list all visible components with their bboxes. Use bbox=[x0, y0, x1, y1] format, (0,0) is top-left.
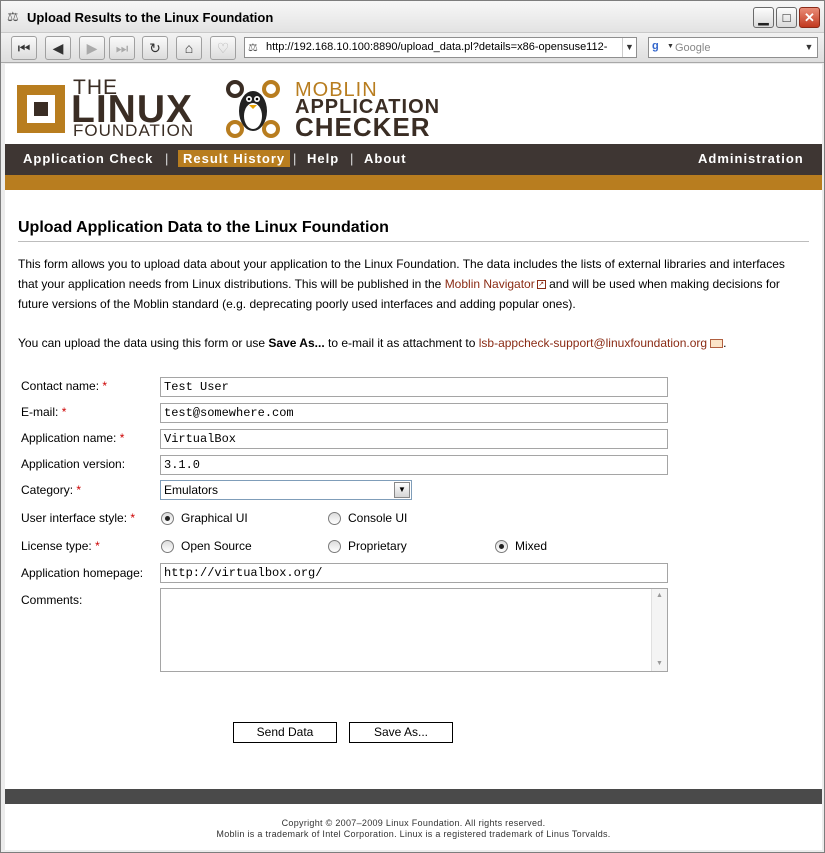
nav-separator: | bbox=[293, 151, 297, 166]
nav-separator: | bbox=[165, 151, 169, 166]
last-page-icon[interactable]: ⏭ bbox=[109, 36, 135, 60]
nav-result-history[interactable]: Result History bbox=[178, 150, 291, 167]
site-header: THE LINUX FOUNDATION MOBLIN APPLICATION … bbox=[5, 64, 822, 144]
page-title: Upload Application Data to the Linux Fou… bbox=[18, 219, 389, 236]
save-as-button[interactable]: Save As... bbox=[349, 722, 453, 743]
url-dropdown-icon[interactable]: ▼ bbox=[622, 38, 636, 57]
nav-help[interactable]: Help bbox=[307, 151, 339, 166]
nav-separator: | bbox=[350, 151, 354, 166]
site-icon: ⚖ bbox=[248, 42, 258, 54]
maximize-button[interactable]: □ bbox=[776, 7, 797, 28]
ui-style-label: User interface style: * bbox=[21, 511, 136, 525]
radio-open-source[interactable] bbox=[161, 540, 174, 553]
window-title: Upload Results to the Linux Foundation bbox=[27, 10, 274, 25]
mail-icon bbox=[710, 339, 724, 349]
footer-bar bbox=[5, 789, 822, 804]
homepage-input[interactable]: http://virtualbox.org/ bbox=[160, 563, 668, 583]
contact-name-label: Contact name: * bbox=[21, 379, 108, 393]
search-placeholder[interactable]: Google bbox=[675, 42, 710, 54]
support-email-link[interactable]: lsb-appcheck-support@linuxfoundation.org bbox=[479, 336, 707, 350]
comments-label: Comments: bbox=[21, 593, 83, 607]
moblin-navigator-link[interactable]: Moblin Navigator bbox=[445, 277, 535, 291]
radio-graphical-ui-label[interactable]: Graphical UI bbox=[181, 511, 248, 525]
contact-name-input[interactable]: Test User bbox=[160, 377, 668, 397]
checker-title: CHECKER bbox=[295, 112, 431, 142]
comments-scrollbar[interactable]: ▲ ▼ bbox=[651, 589, 667, 671]
nav-application-check[interactable]: Application Check bbox=[23, 151, 153, 166]
url-text[interactable]: http://192.168.10.100:8890/upload_data.p… bbox=[266, 41, 621, 53]
trademark-text: Moblin is a trademark of Intel Corporati… bbox=[216, 829, 611, 839]
email-label: E-mail: * bbox=[21, 405, 67, 419]
radio-console-ui[interactable] bbox=[328, 512, 341, 525]
title-bar: ⚖ Upload Results to the Linux Foundation… bbox=[1, 1, 824, 33]
required-mark: * bbox=[102, 379, 108, 393]
logo-foundation: FOUNDATION bbox=[73, 121, 195, 140]
required-mark: * bbox=[76, 483, 82, 497]
penguin-logo-icon bbox=[226, 80, 280, 138]
scroll-down-icon[interactable]: ▼ bbox=[652, 657, 667, 671]
search-bar[interactable]: g ▼ Google ▼ bbox=[648, 37, 818, 58]
send-data-button[interactable]: Send Data bbox=[233, 722, 337, 743]
radio-mixed[interactable] bbox=[495, 540, 508, 553]
required-mark: * bbox=[95, 539, 100, 553]
title-divider bbox=[18, 241, 809, 242]
minimize-button[interactable]: ▁ bbox=[753, 7, 774, 28]
required-mark: * bbox=[130, 511, 136, 525]
radio-proprietary[interactable] bbox=[328, 540, 341, 553]
license-type-label: License type: * bbox=[21, 539, 100, 553]
footer: Copyright © 2007–2009 Linux Foundation. … bbox=[5, 818, 822, 840]
google-icon[interactable]: g bbox=[652, 40, 667, 55]
radio-console-ui-label[interactable]: Console UI bbox=[348, 511, 407, 525]
external-link-icon: ↗ bbox=[536, 280, 546, 290]
intro-paragraph: This form allows you to upload data abou… bbox=[18, 257, 785, 311]
back-icon[interactable]: ◀ bbox=[45, 36, 71, 60]
required-mark: * bbox=[119, 431, 125, 445]
radio-proprietary-label[interactable]: Proprietary bbox=[348, 539, 407, 553]
main-nav: Application Check | Result History | Hel… bbox=[5, 144, 822, 175]
address-bar[interactable]: ⚖ http://192.168.10.100:8890/upload_data… bbox=[244, 37, 637, 58]
category-select[interactable]: Emulators ▼ bbox=[160, 480, 412, 500]
close-button[interactable]: ✕ bbox=[799, 7, 820, 28]
required-mark: * bbox=[61, 405, 67, 419]
application-name-input[interactable]: VirtualBox bbox=[160, 429, 668, 449]
browser-window: ⚖ Upload Results to the Linux Foundation… bbox=[0, 0, 825, 853]
first-page-icon[interactable]: ⏮ bbox=[11, 36, 37, 60]
application-version-input[interactable]: 3.1.0 bbox=[160, 455, 668, 475]
radio-mixed-label[interactable]: Mixed bbox=[515, 539, 547, 553]
upload-note: You can upload the data using this form … bbox=[18, 336, 727, 350]
page-viewport: THE LINUX FOUNDATION MOBLIN APPLICATION … bbox=[5, 64, 822, 850]
application-name-label: Application name: * bbox=[21, 431, 125, 445]
forward-icon[interactable]: ▶ bbox=[79, 36, 105, 60]
comments-textarea[interactable]: ▲ ▼ bbox=[160, 588, 668, 672]
category-label: Category: * bbox=[21, 483, 82, 497]
copyright-text: Copyright © 2007–2009 Linux Foundation. … bbox=[281, 818, 546, 828]
homepage-label: Application homepage: bbox=[21, 566, 144, 580]
bookmark-icon[interactable]: ♡ bbox=[210, 36, 236, 60]
page-favicon-icon: ⚖ bbox=[7, 9, 19, 24]
chevron-down-icon[interactable]: ▼ bbox=[394, 482, 410, 498]
accent-bar bbox=[5, 175, 822, 190]
radio-graphical-ui[interactable] bbox=[161, 512, 174, 525]
radio-open-source-label[interactable]: Open Source bbox=[181, 539, 252, 553]
search-dropdown-icon[interactable]: ▼ bbox=[801, 38, 817, 57]
application-version-label: Application version: bbox=[21, 457, 126, 471]
home-icon[interactable]: ⌂ bbox=[176, 36, 202, 60]
nav-administration[interactable]: Administration bbox=[698, 151, 804, 166]
reload-icon[interactable]: ↻ bbox=[142, 36, 168, 60]
email-input[interactable]: test@somewhere.com bbox=[160, 403, 668, 423]
browser-toolbar: ⏮ ◀ ▶ ⏭ ↻ ⌂ ♡ ⚖ http://192.168.10.100:88… bbox=[1, 33, 824, 63]
linux-foundation-logo-icon[interactable] bbox=[17, 85, 65, 133]
category-value: Emulators bbox=[164, 483, 219, 497]
nav-about[interactable]: About bbox=[364, 151, 407, 166]
engine-dropdown-icon[interactable]: ▼ bbox=[667, 43, 674, 50]
scroll-up-icon[interactable]: ▲ bbox=[652, 589, 667, 603]
